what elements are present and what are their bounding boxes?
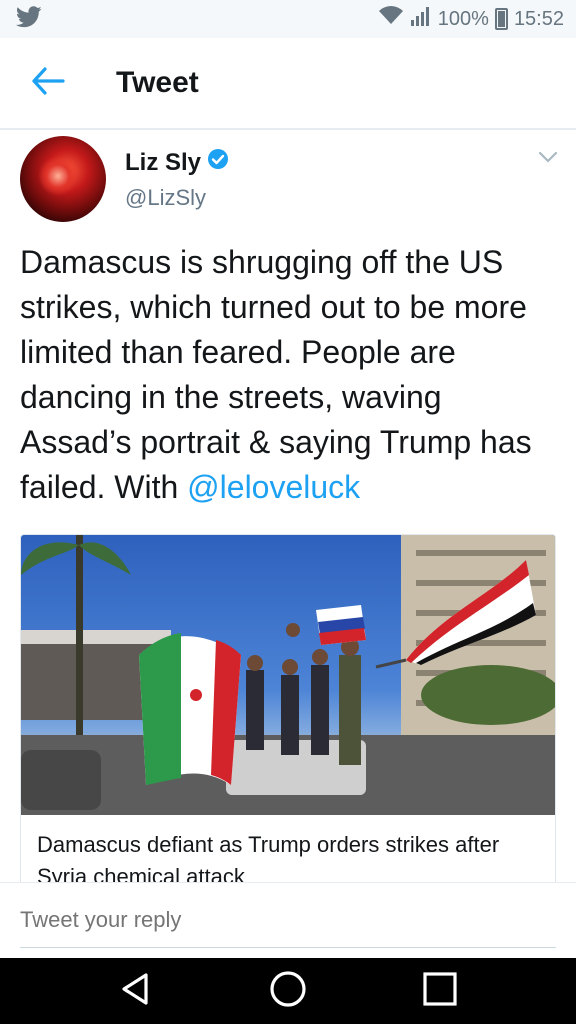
- author-handle[interactable]: @LizSly: [125, 185, 206, 211]
- signal-icon: [410, 6, 432, 32]
- tweet-detail: Liz Sly @LizSly Damascus is shrugging of…: [0, 130, 576, 886]
- page-title: Tweet: [116, 66, 199, 99]
- nav-back-button[interactable]: [106, 961, 166, 1021]
- mention-link[interactable]: @leloveluck: [187, 469, 360, 505]
- card-title[interactable]: Damascus defiant as Trump orders strikes…: [37, 829, 541, 885]
- chevron-down-icon[interactable]: [538, 150, 558, 169]
- nav-home-icon: [269, 970, 307, 1013]
- status-time: 15:52: [513, 7, 564, 30]
- author-row: Liz Sly @LizSly: [0, 130, 576, 230]
- nav-recents-button[interactable]: [410, 961, 470, 1021]
- nav-recents-icon: [422, 971, 458, 1012]
- card-image: [21, 535, 555, 815]
- author-name[interactable]: Liz Sly: [125, 149, 201, 177]
- verified-badge-icon: [207, 148, 229, 177]
- status-bar: 100% 15:52: [0, 0, 576, 38]
- nav-home-button[interactable]: [258, 961, 318, 1021]
- reply-input[interactable]: [20, 907, 308, 933]
- tweet-text-body: Damascus is shrugging off the US strikes…: [20, 244, 532, 505]
- tweet-text: Damascus is shrugging off the US strikes…: [20, 240, 556, 510]
- system-nav-bar: [0, 958, 576, 1024]
- link-card[interactable]: Damascus defiant as Trump orders strikes…: [20, 534, 556, 886]
- wifi-icon: [378, 6, 404, 32]
- reply-bar: [0, 882, 576, 958]
- back-button[interactable]: [0, 37, 96, 129]
- back-arrow-icon: [31, 66, 65, 100]
- twitter-bird-icon: [15, 5, 42, 33]
- avatar[interactable]: [20, 136, 106, 222]
- battery-icon: [494, 8, 508, 30]
- author-name-wrap[interactable]: Liz Sly: [125, 148, 229, 177]
- nav-back-icon: [118, 971, 154, 1012]
- reply-underline: [20, 947, 556, 948]
- app-header: Tweet: [0, 38, 576, 130]
- battery-percent: 100%: [437, 7, 489, 30]
